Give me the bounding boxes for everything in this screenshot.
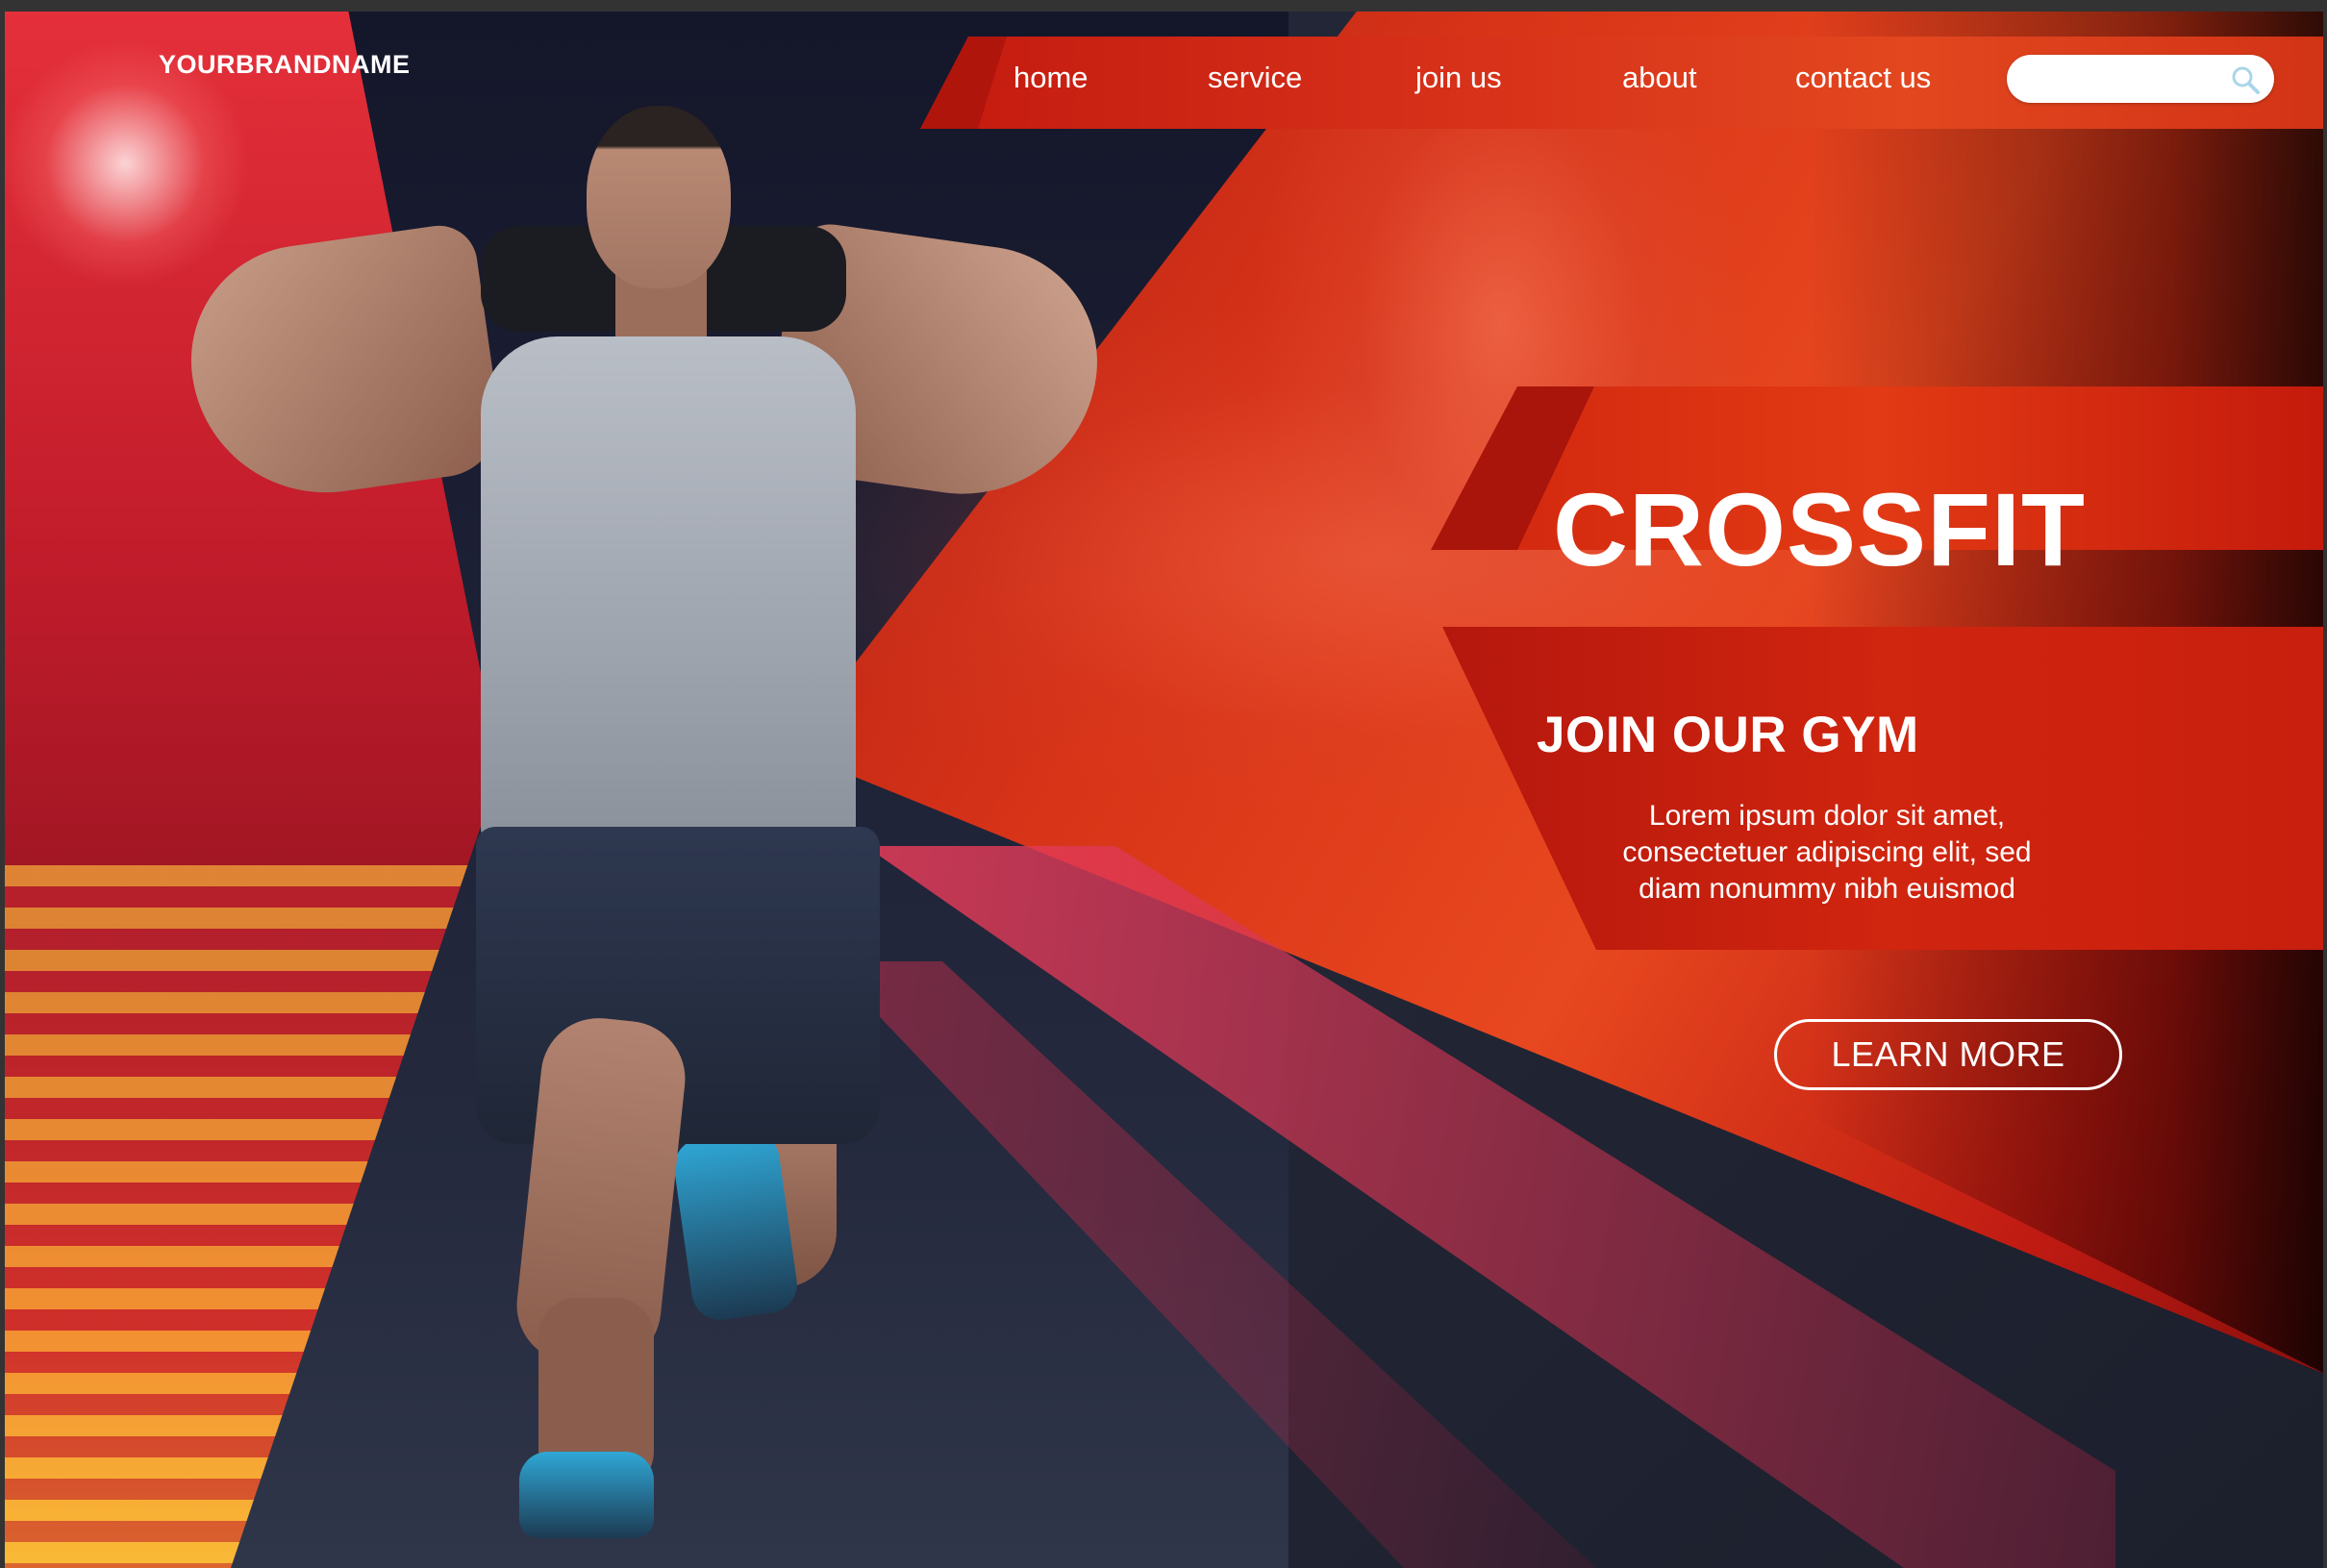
hero-subtitle: JOIN OUR GYM (1537, 706, 1919, 763)
athlete-tank-top (481, 336, 856, 856)
hero-description-line: diam nonummy nibh euismod (1639, 873, 2015, 905)
landing-page: YOURBRANDNAME home service join us about… (0, 0, 2327, 1568)
nav-home[interactable]: home (1013, 61, 1088, 95)
athlete-head (587, 106, 731, 288)
hero-title: CROSSFIT (1553, 471, 2087, 588)
learn-more-button[interactable]: LEARN MORE (1774, 1019, 2122, 1090)
athlete-left-arm (176, 220, 507, 510)
nav-contact-us[interactable]: contact us (1795, 61, 1931, 95)
hero-description: Lorem ipsum dolor sit amet, consectetuer… (1558, 798, 2096, 908)
nav-service[interactable]: service (1208, 61, 1302, 95)
brand-logo[interactable]: YOURBRANDNAME (159, 50, 411, 80)
search-input[interactable] (2007, 55, 2274, 103)
hero-description-line: Lorem ipsum dolor sit amet, (1648, 800, 2006, 832)
nav-join-us[interactable]: join us (1415, 61, 1502, 95)
nav-about[interactable]: about (1622, 61, 1697, 95)
athlete-image (163, 96, 1125, 1538)
athlete-front-shoe (519, 1452, 654, 1538)
search-icon[interactable] (2228, 62, 2263, 97)
hero-description-line: consectetuer adipiscing elit, sed (1622, 836, 2032, 868)
